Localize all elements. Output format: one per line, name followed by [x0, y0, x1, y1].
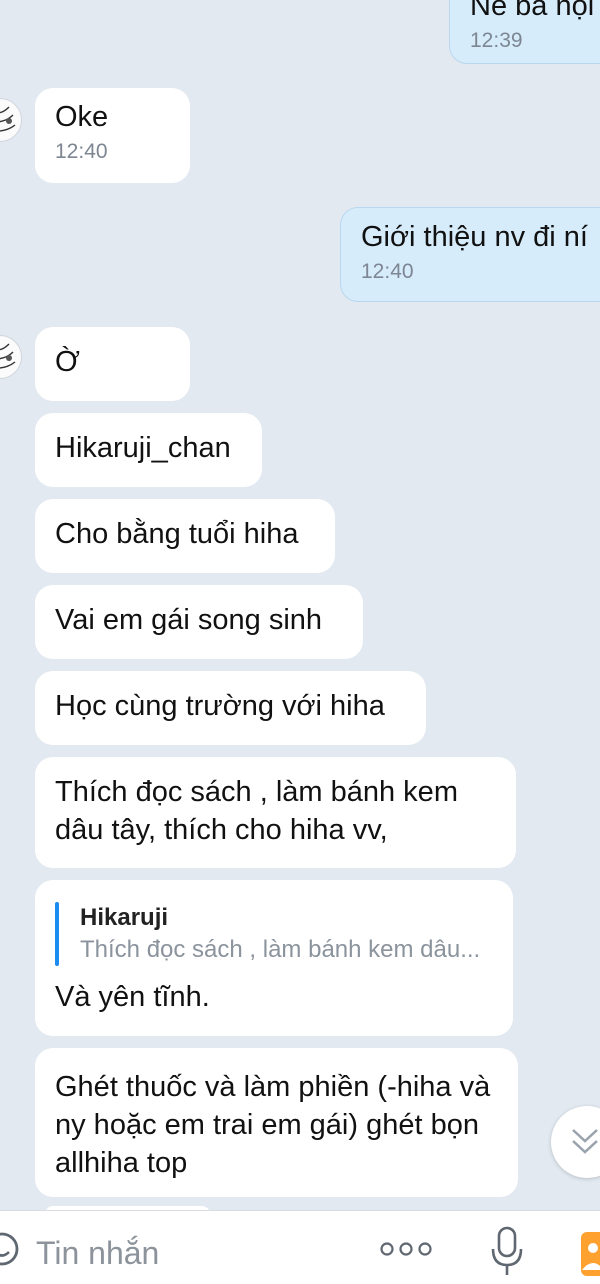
message-text: Hikaruji_chan [55, 432, 231, 464]
quoted-message[interactable]: Hikaruji Thích đọc sách , làm bánh kem d… [55, 902, 493, 966]
message-bubble-outgoing[interactable]: Nè bà nội 12:39 [449, 0, 600, 64]
message-bubble-incoming[interactable]: Hikaruji_chan [35, 413, 262, 487]
quote-author: Hikaruji [80, 904, 169, 931]
image-icon[interactable] [578, 1229, 600, 1279]
message-text: Vai em gái song sinh [55, 604, 323, 636]
message-time: 12:40 [55, 140, 108, 163]
message-input-bar: Tin nhắn [0, 1210, 600, 1284]
message-bubble-incoming[interactable]: Vai em gái song sinh [35, 585, 363, 659]
quote-text: Thích đọc sách , làm bánh kem dâu... [80, 936, 481, 963]
message-text: Cho bằng tuổi hiha [55, 518, 299, 550]
message-text: Oke [55, 101, 109, 133]
message-text: Và yên tĩnh. [55, 981, 210, 1013]
double-chevron-down-icon [572, 1129, 598, 1154]
message-text: Giới thiệu nv đi ní [361, 221, 588, 253]
message-text: Học cùng trường với hiha [55, 690, 385, 722]
message-bubble-incoming[interactable]: Học cùng trường với hiha [35, 671, 426, 745]
message-text: Nè bà nội [470, 0, 595, 22]
message-bubble-incoming[interactable]: Ờ [35, 327, 190, 401]
message-bubble-incoming[interactable]: Cho bằng tuổi hiha [35, 499, 335, 573]
more-icon[interactable] [378, 1237, 434, 1261]
message-bubble-incoming[interactable]: Oke 12:40 [35, 88, 190, 183]
scroll-to-bottom-button[interactable] [551, 1106, 600, 1178]
chat-screen: Nè bà nội 12:39 Oke 12:40 Giới thiệu nv … [0, 0, 600, 1284]
message-text: Ghét thuốc và làm phiền (-hiha và ny hoặ… [55, 1071, 491, 1179]
message-bubble-reply[interactable]: Hikaruji Thích đọc sách , làm bánh kem d… [35, 880, 513, 1036]
microphone-icon[interactable] [490, 1225, 524, 1279]
message-time: 12:39 [470, 29, 523, 52]
message-text: Ờ [55, 346, 80, 378]
avatar[interactable] [0, 98, 22, 142]
message-input[interactable]: Tin nhắn [36, 1233, 159, 1273]
avatar[interactable] [0, 335, 22, 379]
message-bubble-incoming[interactable]: Thích đọc sách , làm bánh kem dâu tây, t… [35, 757, 516, 868]
message-time: 12:40 [361, 260, 414, 283]
sticker-icon[interactable] [0, 1231, 20, 1267]
quote-bar [55, 902, 59, 966]
message-bubble-outgoing[interactable]: Giới thiệu nv đi ní 12:40 [340, 207, 600, 302]
message-text: Thích đọc sách , làm bánh kem dâu tây, t… [55, 776, 458, 846]
message-bubble-incoming[interactable]: Ghét thuốc và làm phiền (-hiha và ny hoặ… [35, 1048, 518, 1197]
